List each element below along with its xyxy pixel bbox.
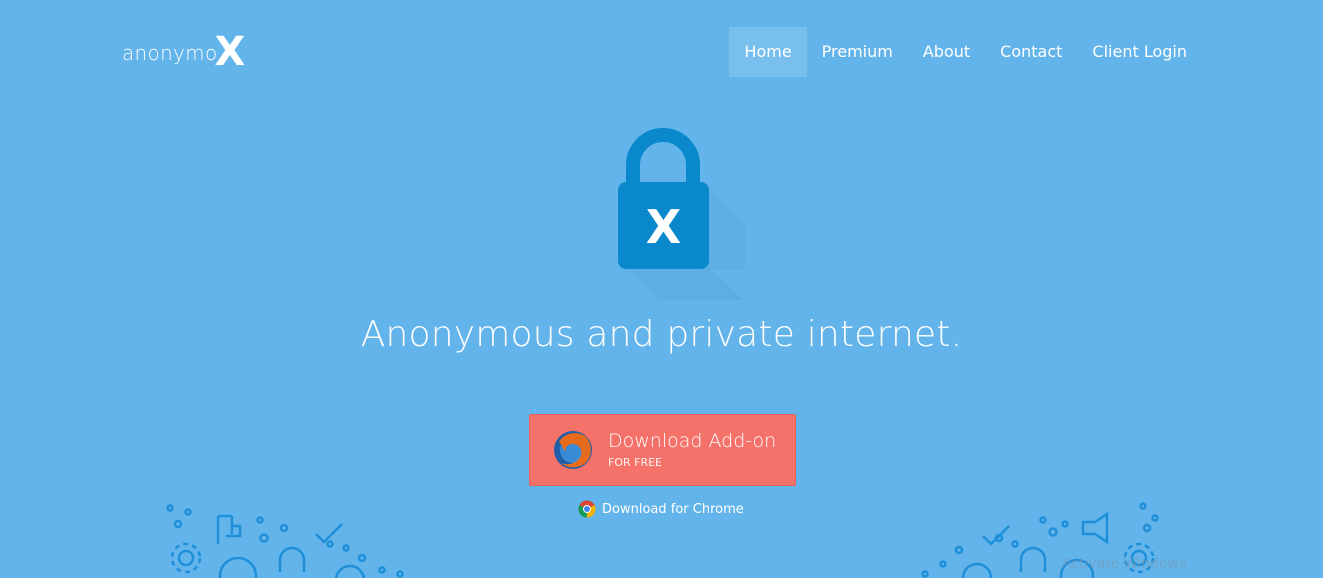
windows-activation-watermark: Activate Windows <box>1062 556 1187 572</box>
hero-headline: Anonymous and private internet. <box>360 314 963 355</box>
nav-client-login[interactable]: Client Login <box>1077 27 1202 77</box>
globe-icon <box>218 556 258 578</box>
firefox-icon <box>554 431 592 469</box>
decorative-icons-left <box>166 504 404 578</box>
check-icon <box>315 523 343 544</box>
chrome-icon <box>578 500 596 518</box>
download-addon-title: Download Add-on <box>608 430 777 453</box>
nav-premium[interactable]: Premium <box>807 27 908 77</box>
user-icon <box>278 546 306 572</box>
download-chrome-label: Download for Chrome <box>602 501 744 517</box>
brand-name: anonymo <box>122 41 218 65</box>
padlock-x-icon: X <box>618 128 745 300</box>
gear-icon <box>170 542 202 574</box>
download-chrome-link[interactable]: Download for Chrome <box>578 500 744 518</box>
megaphone-icon <box>1081 511 1109 545</box>
lock-letter: X <box>646 200 681 254</box>
flag-icon <box>216 514 242 544</box>
nav-home[interactable]: Home <box>729 27 807 77</box>
brand-x-mark: X <box>214 29 246 75</box>
nav-contact[interactable]: Contact <box>985 27 1077 77</box>
brand-logo[interactable]: anonymo X <box>122 32 245 74</box>
download-addon-subtitle: FOR FREE <box>608 455 662 469</box>
download-addon-button[interactable]: Download Add-on FOR FREE <box>529 414 796 486</box>
main-nav: Home Premium About Contact Client Login <box>729 27 1202 77</box>
user-icon <box>1019 546 1047 572</box>
nav-about[interactable]: About <box>908 27 985 77</box>
